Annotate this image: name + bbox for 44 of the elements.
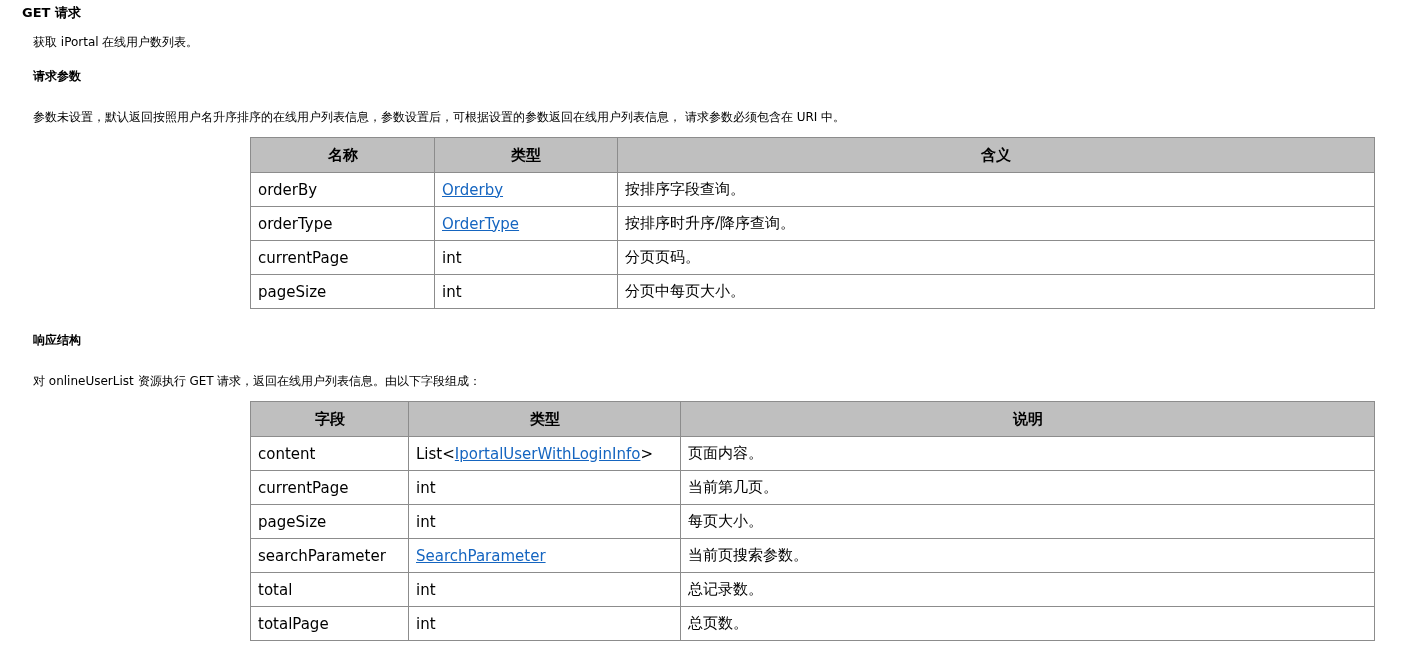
description-text: 参数未设置，默认返回按照用户名升序排序的在线用户列表信息，参数设置后，可根据设置的参数返回在线用户列表信息， 请求参数必须包含在 URI 中。 <box>33 109 846 125</box>
table-cell: total <box>250 572 409 607</box>
table-cell: searchParameter <box>250 538 409 573</box>
table-cell: int <box>408 572 681 607</box>
table-cell: 分页页码。 <box>617 240 1375 275</box>
subsection-heading: 请求参数 <box>33 68 81 84</box>
type-link[interactable]: IportalUserWithLoginInfo <box>454 444 641 463</box>
table-cell: 按排序时升序/降序查询。 <box>617 206 1375 241</box>
table-cell: totalPage <box>250 606 409 641</box>
description-text: 对 onlineUserList 资源执行 GET 请求，返回在线用户列表信息。由以下字段组成： <box>33 373 482 389</box>
summary-text: 获取 iPortal 在线用户数列表。 <box>33 34 199 50</box>
column-header: 字段 <box>250 401 409 437</box>
table-cell: currentPage <box>250 470 409 505</box>
table-cell: orderBy <box>250 172 435 207</box>
table-cell: 每页大小。 <box>680 504 1375 539</box>
column-header: 类型 <box>434 137 618 173</box>
table-cell: int <box>434 240 618 275</box>
type-link[interactable]: OrderType <box>442 214 520 233</box>
table-cell: int <box>408 470 681 505</box>
table-cell: content <box>250 436 409 471</box>
table-cell: pageSize <box>250 274 435 309</box>
column-header: 说明 <box>680 401 1375 437</box>
column-header: 名称 <box>250 137 435 173</box>
type-link[interactable]: Orderby <box>442 180 504 199</box>
column-header: 类型 <box>408 401 681 437</box>
table-cell: 总页数。 <box>680 606 1375 641</box>
table-cell: int <box>434 274 618 309</box>
table-cell: currentPage <box>250 240 435 275</box>
table-cell: 当前第几页。 <box>680 470 1375 505</box>
table-cell: 页面内容。 <box>680 436 1375 471</box>
section-title: GET 请求 <box>22 5 82 21</box>
table-cell: orderType <box>250 206 435 241</box>
table-cell: 按排序字段查询。 <box>617 172 1375 207</box>
table-cell: int <box>408 504 681 539</box>
table-cell: 分页中每页大小。 <box>617 274 1375 309</box>
table-cell: int <box>408 606 681 641</box>
column-header: 含义 <box>617 137 1375 173</box>
subsection-heading: 响应结构 <box>33 332 81 348</box>
table-cell: 总记录数。 <box>680 572 1375 607</box>
table-cell: 当前页搜索参数。 <box>680 538 1375 573</box>
type-suffix: > <box>640 444 653 463</box>
table-cell: pageSize <box>250 504 409 539</box>
type-link[interactable]: SearchParameter <box>416 546 546 565</box>
type-prefix: List< <box>416 444 455 463</box>
